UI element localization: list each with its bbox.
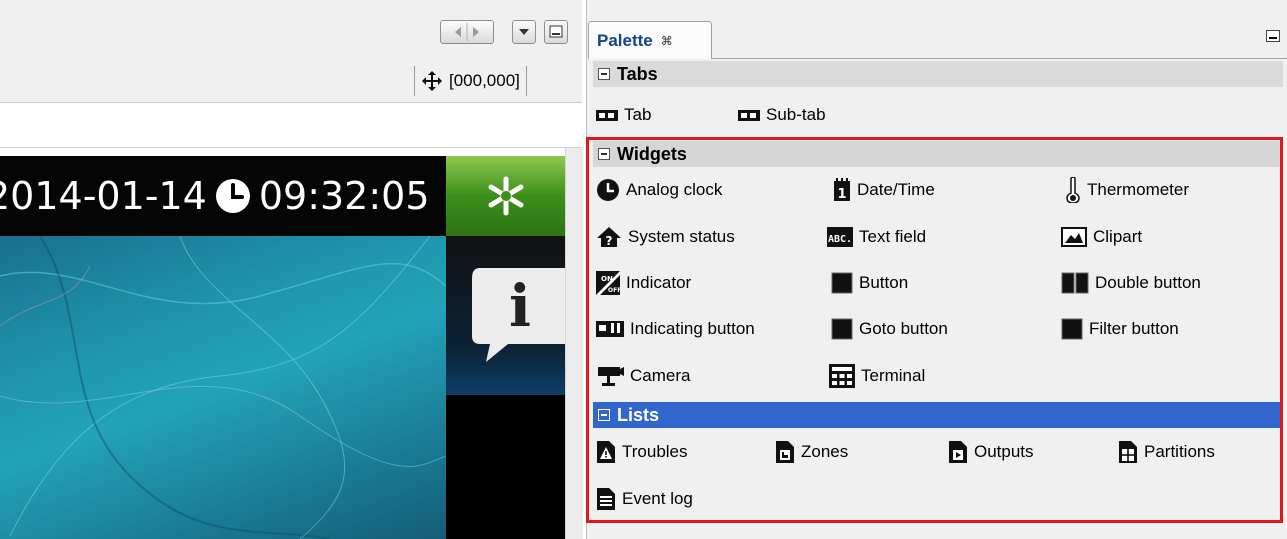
palette-item-date-time[interactable]: 1 Date/Time bbox=[833, 175, 935, 205]
collapse-icon[interactable] bbox=[598, 148, 610, 160]
vertical-scrollbar[interactable] bbox=[565, 148, 583, 539]
coordinates-display: [000,000] bbox=[414, 66, 527, 96]
palette-item-double-button[interactable]: Double button bbox=[1061, 268, 1201, 298]
svg-text:1: 1 bbox=[837, 187, 846, 202]
collapse-icon[interactable] bbox=[598, 68, 610, 80]
event-log-document-icon bbox=[597, 488, 615, 510]
palette-item-indicating-button[interactable]: Indicating button bbox=[596, 314, 755, 344]
palette-item-filter-button[interactable]: Filter button bbox=[1061, 314, 1179, 344]
coordinates-text: [000,000] bbox=[449, 71, 520, 90]
group-header-lists[interactable]: Lists bbox=[593, 402, 1283, 428]
time-display: 09:32:05 bbox=[258, 174, 430, 218]
list-tabs-dropdown-button[interactable] bbox=[512, 20, 536, 44]
keypad-icon bbox=[829, 364, 855, 388]
scroll-tabs-buttons[interactable] bbox=[440, 20, 494, 44]
camera-icon bbox=[598, 367, 624, 386]
design-canvas[interactable]: 2014-01-14 09:32:05 i bbox=[0, 148, 565, 539]
palette-item-sub-tab[interactable]: Sub-tab bbox=[738, 100, 826, 130]
clock-bar[interactable]: 2014-01-14 09:32:05 bbox=[0, 156, 446, 236]
palette-item-text-field[interactable]: ABC. Text field bbox=[827, 222, 926, 252]
palette-item-outputs[interactable]: Outputs bbox=[948, 437, 1034, 467]
palette-title: Palette bbox=[597, 30, 653, 50]
close-icon[interactable]: ⌘ bbox=[661, 34, 673, 48]
palette-item-partitions[interactable]: Partitions bbox=[1118, 437, 1215, 467]
double-button-icon bbox=[1061, 272, 1089, 294]
palette-item-goto-button[interactable]: Goto button bbox=[831, 314, 948, 344]
group-label-tabs: Tabs bbox=[617, 63, 658, 84]
svg-text:?: ? bbox=[606, 234, 613, 248]
palette-item-terminal[interactable]: Terminal bbox=[829, 361, 925, 391]
palette-item-thermometer[interactable]: Thermometer bbox=[1065, 175, 1189, 205]
svg-text:OFF: OFF bbox=[608, 287, 620, 294]
arm-button[interactable] bbox=[446, 156, 565, 236]
minimize-editor-button[interactable] bbox=[544, 20, 568, 44]
svg-text:ABC.: ABC. bbox=[828, 234, 852, 245]
info-icon: i bbox=[509, 272, 531, 340]
indicating-button-icon bbox=[596, 321, 624, 337]
background-image bbox=[0, 236, 446, 539]
text-field-icon: ABC. bbox=[827, 227, 853, 247]
goto-button-icon bbox=[831, 318, 853, 340]
outputs-document-icon bbox=[949, 441, 967, 463]
palette-item-zones[interactable]: Zones bbox=[775, 437, 848, 467]
date-display: 2014-01-14 bbox=[0, 174, 207, 218]
palette-item-event-log[interactable]: Event log bbox=[596, 484, 693, 514]
ruler bbox=[0, 103, 582, 148]
svg-text:ON: ON bbox=[601, 275, 613, 283]
palette-panel: Palette ⌘ Tabs Tab Sub-tab Widgets Analo… bbox=[586, 0, 1287, 539]
thermometer-icon bbox=[1066, 177, 1080, 203]
palette-tab-bar: Palette ⌘ bbox=[587, 0, 1287, 60]
group-header-tabs[interactable]: Tabs bbox=[593, 61, 1283, 87]
sub-tab-icon bbox=[738, 110, 760, 121]
panel-placeholder bbox=[446, 395, 565, 539]
palette-item-system-status[interactable]: ? System status bbox=[596, 222, 735, 252]
clipart-icon bbox=[1061, 227, 1087, 247]
tab-icon bbox=[596, 110, 618, 121]
zones-document-icon bbox=[776, 441, 794, 463]
palette-item-clipart[interactable]: Clipart bbox=[1061, 222, 1142, 252]
group-header-widgets[interactable]: Widgets bbox=[593, 141, 1283, 167]
clock-icon bbox=[215, 179, 250, 213]
coordinates-bar: [000,000] bbox=[0, 60, 582, 103]
palette-item-button[interactable]: Button bbox=[831, 268, 908, 298]
info-button[interactable]: i bbox=[446, 236, 565, 395]
calendar-icon: 1 bbox=[834, 178, 850, 202]
palette-tab[interactable]: Palette ⌘ bbox=[588, 21, 712, 59]
analog-clock-icon bbox=[597, 179, 619, 201]
editor-toolbar bbox=[0, 0, 582, 61]
button-icon bbox=[831, 272, 853, 294]
minimize-palette-button[interactable] bbox=[1266, 30, 1280, 42]
palette-item-analog-clock[interactable]: Analog clock bbox=[596, 175, 722, 205]
move-icon bbox=[422, 71, 442, 91]
collapse-icon[interactable] bbox=[598, 409, 610, 421]
partitions-document-icon bbox=[1119, 441, 1137, 463]
palette-item-camera[interactable]: Camera bbox=[596, 361, 690, 391]
on-off-icon: ON OFF bbox=[596, 271, 620, 295]
palette-item-tab[interactable]: Tab bbox=[596, 100, 651, 130]
snowflake-icon bbox=[488, 176, 523, 216]
house-question-icon: ? bbox=[597, 227, 621, 248]
tab-divider bbox=[712, 58, 1287, 59]
editor-area: [000,000] 2014-01-14 09:32:05 i bbox=[0, 0, 583, 539]
palette-item-troubles[interactable]: Troubles bbox=[596, 437, 688, 467]
group-label-widgets: Widgets bbox=[617, 143, 687, 164]
filter-button-icon bbox=[1061, 318, 1083, 340]
palette-item-indicator[interactable]: ON OFF Indicator bbox=[596, 268, 691, 298]
troubles-document-icon bbox=[597, 441, 615, 463]
group-label-lists: Lists bbox=[617, 404, 660, 425]
